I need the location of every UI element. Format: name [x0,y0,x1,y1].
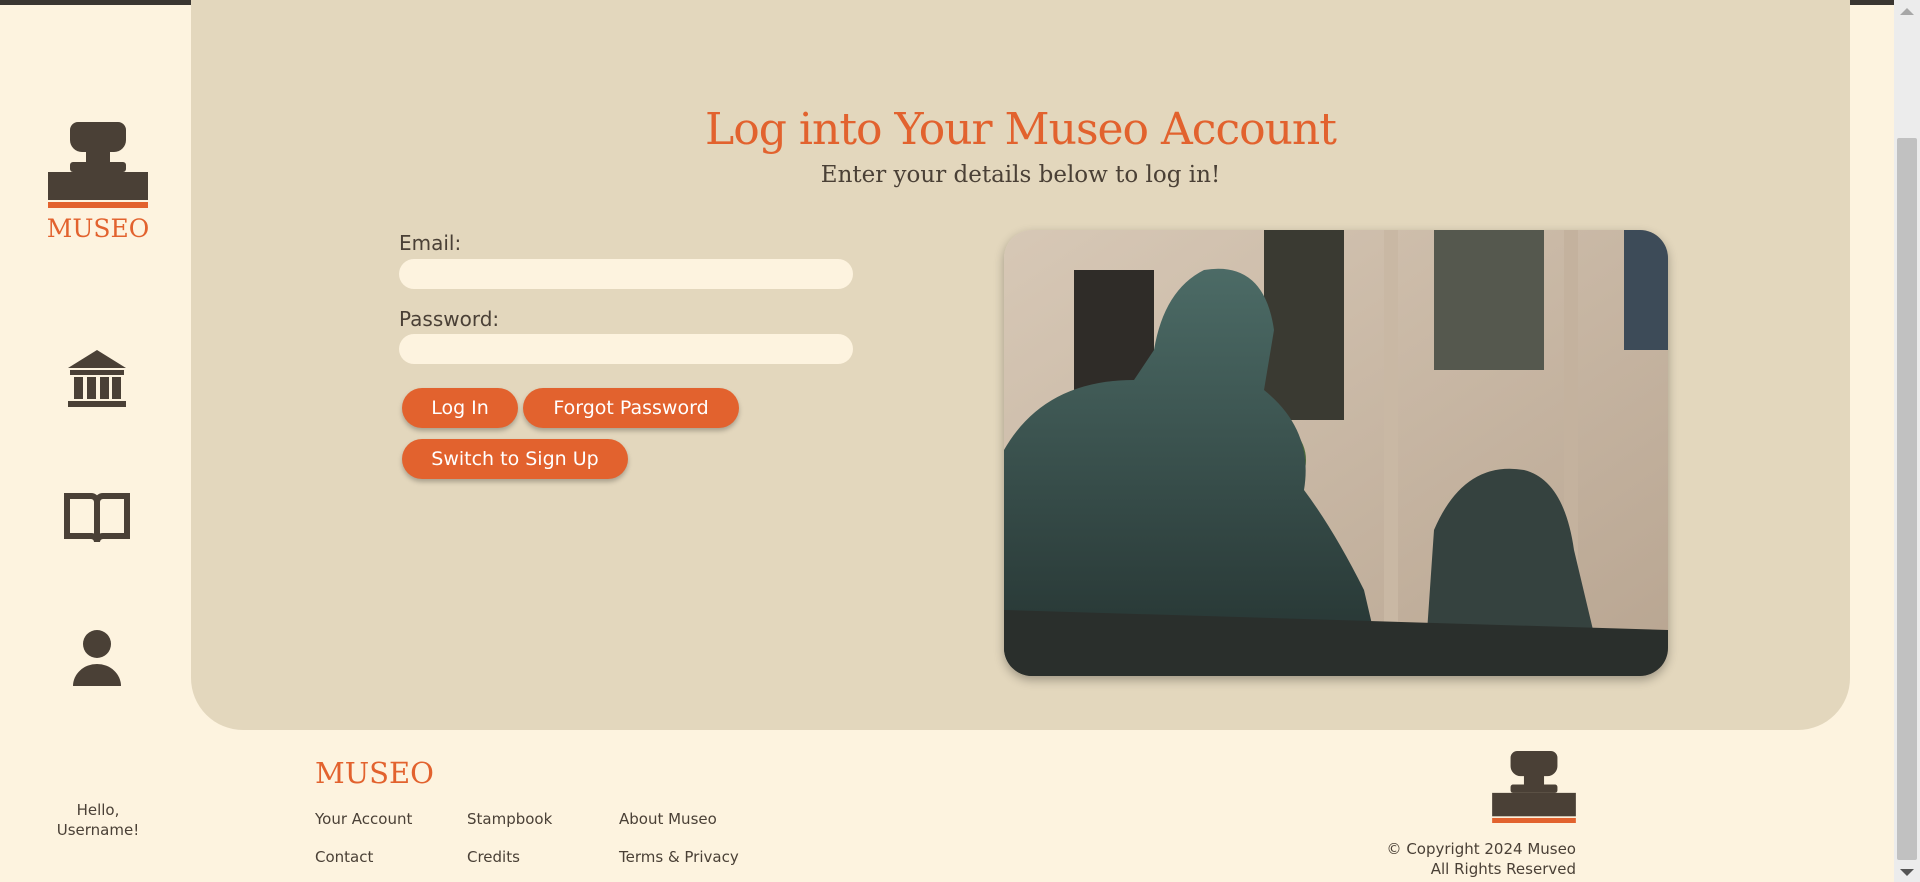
copyright: © Copyright 2024 Museo All Rights Reserv… [1387,839,1576,879]
user-icon [73,630,121,686]
museum-icon [68,350,126,407]
stamp-icon [1492,751,1576,823]
forgot-password-button[interactable]: Forgot Password [523,388,739,428]
email-label: Email: [399,231,462,255]
scroll-up-icon[interactable] [1900,8,1914,15]
email-field[interactable] [399,259,853,289]
book-icon [64,493,130,543]
sidebar-item-museums[interactable] [64,346,130,412]
sidebar: MUSEO Hello, Username! [0,0,192,882]
page-scrollbar[interactable] [1894,0,1920,882]
statue-photo [1004,230,1668,676]
page-title: Log into Your Museo Account [705,104,1337,155]
password-label: Password: [399,307,500,331]
footer-link-your-account[interactable]: Your Account [315,810,412,828]
footer-link-contact[interactable]: Contact [315,848,373,866]
login-panel: Log into Your Museo Account Enter your d… [191,0,1850,730]
logo-text: MUSEO [46,214,150,243]
login-button[interactable]: Log In [402,388,518,428]
statue-image [1004,230,1668,676]
sidebar-item-stampbook[interactable] [64,486,130,552]
footer-link-stampbook[interactable]: Stampbook [467,810,552,828]
footer-link-about[interactable]: About Museo [619,810,717,828]
museo-logo[interactable]: MUSEO [46,122,150,243]
password-field[interactable] [399,334,853,364]
sidebar-item-account[interactable] [64,626,130,692]
scroll-down-icon[interactable] [1900,869,1914,876]
copyright-line-2: All Rights Reserved [1430,860,1576,878]
scrollbar-thumb[interactable] [1897,138,1917,860]
copyright-line-1: © Copyright 2024 Museo [1386,840,1576,858]
footer-logo[interactable]: MUSEO [315,756,434,790]
footer-stamp-logo [1490,751,1578,827]
user-greeting: Hello, Username! [56,801,140,839]
stamp-logo-icon [48,122,148,208]
switch-to-signup-button[interactable]: Switch to Sign Up [402,439,628,479]
footer-link-credits[interactable]: Credits [467,848,520,866]
page-subtitle: Enter your details below to log in! [820,162,1221,188]
footer-link-terms[interactable]: Terms & Privacy [619,848,739,866]
